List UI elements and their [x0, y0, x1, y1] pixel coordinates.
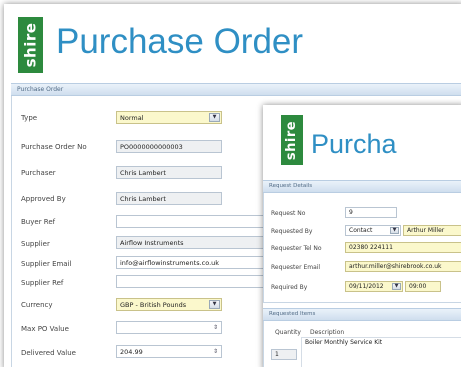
- supplier-ref-label: Supplier Ref: [21, 279, 64, 287]
- item-description-field[interactable]: Boiler Monthly Service Kit: [301, 337, 461, 367]
- purchase-order-no-label: Purchase Order No: [21, 143, 87, 151]
- purchaser-label: Purchaser: [21, 169, 56, 177]
- type-label: Type: [21, 114, 38, 122]
- required-by-date-field[interactable]: 09/11/2012 ▼: [345, 281, 403, 292]
- approved-by-label: Approved By: [21, 195, 66, 203]
- quantity-column-header: Quantity: [275, 329, 301, 336]
- approved-by-field[interactable]: Chris Lambert: [116, 192, 222, 205]
- purchaser-field[interactable]: Chris Lambert: [116, 166, 222, 179]
- requester-tel-field[interactable]: 02380 224111: [345, 242, 461, 253]
- supplier-email-field[interactable]: info@airflowinstruments.co.uk: [116, 256, 276, 269]
- requester-email-field[interactable]: arthur.miller@shirebrook.co.uk: [345, 261, 461, 272]
- page-title: Purchase Order: [56, 22, 304, 61]
- requested-by-type-select[interactable]: Contact ▼: [345, 225, 401, 236]
- delivered-value-field[interactable]: 204.99 ⇕: [116, 345, 222, 358]
- purchase-order-section-header: Purchase Order: [11, 83, 461, 96]
- requested-by-field[interactable]: Arthur Miller: [403, 225, 461, 236]
- purchase-request-window: shire Purcha Request Details Request No …: [263, 105, 461, 367]
- spinner-icon[interactable]: ⇕: [211, 347, 220, 356]
- spinner-icon[interactable]: ⇕: [211, 323, 220, 332]
- item-quantity-field[interactable]: 1: [271, 349, 297, 360]
- chevron-down-icon[interactable]: ▼: [390, 227, 399, 234]
- request-no-label: Request No: [271, 210, 306, 217]
- supplier-label: Supplier: [21, 240, 50, 248]
- request-details-section-header: Request Details: [263, 180, 461, 193]
- requester-tel-label: Requester Tel No: [271, 245, 322, 252]
- max-po-value-label: Max PO Value: [21, 325, 69, 333]
- chevron-down-icon[interactable]: ▼: [392, 283, 401, 290]
- request-no-field[interactable]: 9: [345, 207, 397, 218]
- page-title: Purcha: [311, 129, 397, 159]
- max-po-value-field[interactable]: ⇕: [116, 321, 222, 334]
- currency-label: Currency: [21, 301, 53, 309]
- chevron-down-icon[interactable]: ▼: [209, 113, 220, 122]
- description-column-header: Description: [310, 329, 345, 336]
- delivered-value-label: Delivered Value: [21, 349, 76, 357]
- supplier-email-label: Supplier Email: [21, 260, 72, 268]
- required-by-time-field[interactable]: 09:00: [405, 281, 441, 292]
- requester-email-label: Requester Email: [271, 264, 321, 271]
- chevron-down-icon[interactable]: ▼: [209, 300, 220, 309]
- supplier-field[interactable]: Airflow Instruments: [116, 236, 276, 249]
- shire-logo: shire: [281, 115, 303, 165]
- requested-by-label: Requested By: [271, 228, 313, 235]
- currency-select[interactable]: GBP - British Pounds ▼: [116, 298, 222, 311]
- buyer-ref-field[interactable]: [116, 215, 276, 228]
- requested-items-section-header: Requested Items: [263, 308, 461, 321]
- purchase-order-no-field[interactable]: PO0000000000003: [116, 140, 222, 153]
- required-by-label: Required By: [271, 284, 308, 291]
- buyer-ref-label: Buyer Ref: [21, 218, 56, 226]
- supplier-ref-field[interactable]: [116, 275, 276, 288]
- shire-logo: shire: [18, 17, 43, 73]
- type-select[interactable]: Normal ▼: [116, 111, 222, 124]
